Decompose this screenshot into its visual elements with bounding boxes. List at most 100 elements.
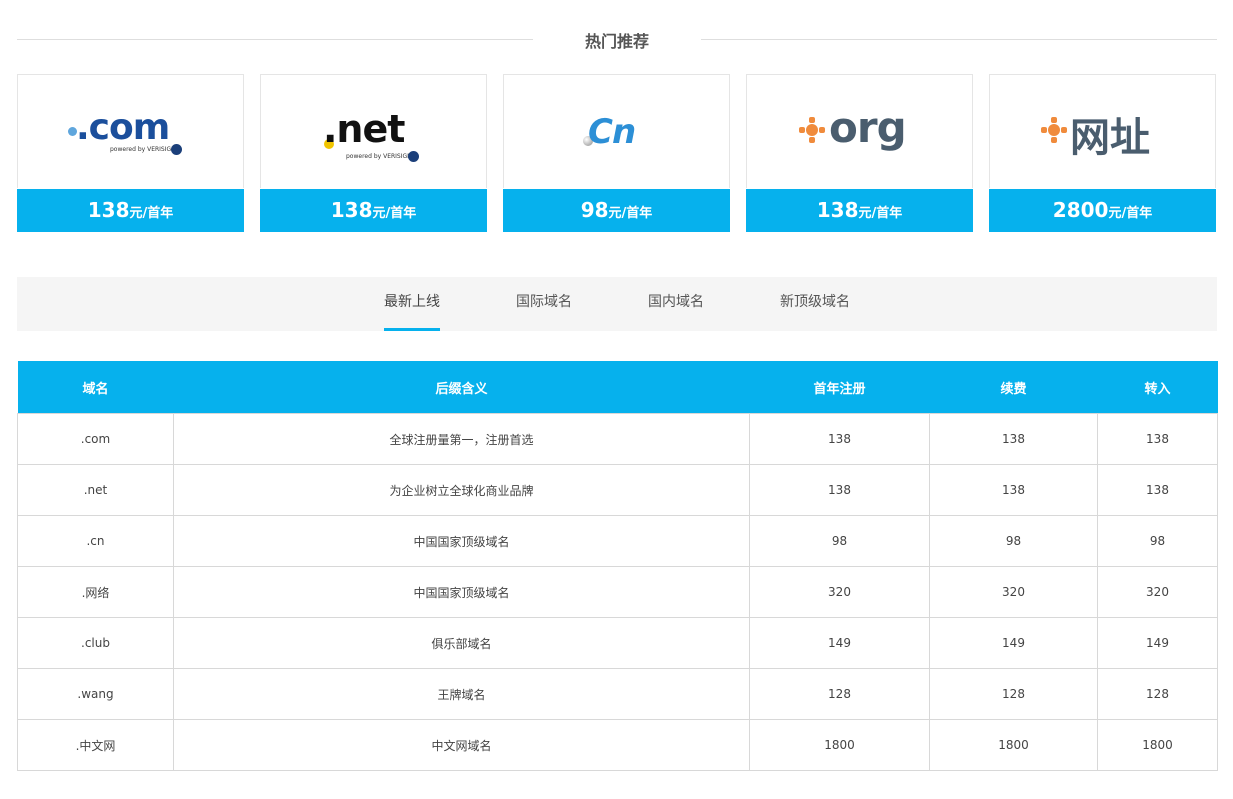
orange-cross-icon [1041,117,1067,143]
divider-right [701,39,1217,40]
price-value: 138 [330,198,373,222]
header-meaning: 后缀含义 [173,361,750,414]
price-unit: 元/首年 [129,206,174,221]
cell-renewal: 138 [929,413,1098,465]
cell-first-year: 320 [749,566,930,618]
tab-domestic[interactable]: 国内域名 [648,277,704,331]
table-header-row: 域名 后缀含义 首年注册 续费 转入 [17,361,1218,414]
tab-latest[interactable]: 最新上线 [384,277,440,331]
cell-meaning: 全球注册量第一，注册首选 [173,413,750,465]
price-value: 2800 [1052,198,1109,222]
cell-meaning: 中国国家顶级域名 [173,566,750,618]
cell-renewal: 1800 [929,719,1098,771]
header-transfer: 转入 [1097,361,1218,414]
cell-transfer: 128 [1097,668,1218,720]
cell-transfer: 1800 [1097,719,1218,771]
table-row: .club 俱乐部域名 149 149 149 [17,617,1218,669]
cell-first-year: 149 [749,617,930,669]
cell-first-year: 138 [749,413,930,465]
domain-card-org[interactable]: org 138元/首年 [746,74,973,232]
table-row: .com 全球注册量第一，注册首选 138 138 138 [17,413,1218,465]
table-row: .中文网 中文网域名 1800 1800 1800 [17,719,1218,771]
org-logo: org [747,75,972,188]
logo-text: .net [323,107,405,151]
cell-domain: .cn [17,515,174,567]
wangzhi-logo: 网址 [990,75,1215,188]
logo-box: .com powered by VERISIGN [17,74,244,188]
table-row: .cn 中国国家顶级域名 98 98 98 [17,515,1218,567]
tab-new-gtld[interactable]: 新顶级域名 [780,277,850,331]
cell-transfer: 149 [1097,617,1218,669]
price-bar: 98元/首年 [503,189,730,232]
cell-domain: .中文网 [17,719,174,771]
cell-meaning: 中国国家顶级域名 [173,515,750,567]
price-unit: 元/首年 [858,206,903,221]
tab-international[interactable]: 国际域名 [516,277,572,331]
cell-domain: .wang [17,668,174,720]
price-value: 138 [87,198,130,222]
divider-left [17,39,533,40]
com-logo: .com powered by VERISIGN [18,75,243,188]
cell-first-year: 1800 [749,719,930,771]
cell-renewal: 138 [929,464,1098,516]
logo-text: Cn [588,112,636,152]
header-domain: 域名 [17,361,174,414]
domain-card-wangzhi[interactable]: 网址 2800元/首年 [989,74,1216,232]
price-unit: 元/首年 [1108,206,1153,221]
cell-domain: .club [17,617,174,669]
cell-first-year: 98 [749,515,930,567]
logo-box: 网址 [989,74,1216,188]
cell-renewal: 320 [929,566,1098,618]
logo-text: org [829,103,907,152]
cn-logo: Cn [504,75,729,188]
price-unit: 元/首年 [608,206,653,221]
verisign-badge-icon [171,144,182,155]
verisign-badge-icon [408,151,419,162]
cell-domain: .网络 [17,566,174,618]
cell-domain: .com [17,413,174,465]
section-header: 热门推荐 [17,24,1217,56]
price-bar: 2800元/首年 [989,189,1216,232]
header-renewal: 续费 [929,361,1098,414]
cell-meaning: 俱乐部域名 [173,617,750,669]
logo-text: .com [76,107,170,148]
cell-first-year: 128 [749,668,930,720]
section-title: 热门推荐 [584,32,649,51]
price-value: 138 [816,198,859,222]
domain-card-com[interactable]: .com powered by VERISIGN 138元/首年 [17,74,244,232]
cell-renewal: 128 [929,668,1098,720]
cell-meaning: 王牌域名 [173,668,750,720]
cell-meaning: 为企业树立全球化商业品牌 [173,464,750,516]
net-logo: .net powered by VERISIGN [261,75,486,188]
table-row: .wang 王牌域名 128 128 128 [17,668,1218,720]
domain-card-net[interactable]: .net powered by VERISIGN 138元/首年 [260,74,487,232]
logo-box: Cn [503,74,730,188]
powered-by-text: powered by VERISIGN [110,146,176,153]
header-first-year: 首年注册 [749,361,930,414]
logo-box: org [746,74,973,188]
cell-transfer: 98 [1097,515,1218,567]
price-unit: 元/首年 [372,206,417,221]
domain-price-table: 域名 后缀含义 首年注册 续费 转入 .com 全球注册量第一，注册首选 138… [17,361,1218,771]
orange-cross-icon [799,117,825,143]
logo-text: 网址 [1070,115,1150,161]
table-row: .网络 中国国家顶级域名 320 320 320 [17,566,1218,618]
cell-first-year: 138 [749,464,930,516]
cell-transfer: 138 [1097,464,1218,516]
cell-transfer: 320 [1097,566,1218,618]
cell-domain: .net [17,464,174,516]
cell-renewal: 98 [929,515,1098,567]
powered-by-text: powered by VERISIGN [346,153,412,160]
cell-transfer: 138 [1097,413,1218,465]
price-value: 98 [580,198,609,222]
price-bar: 138元/首年 [17,189,244,232]
hot-domain-cards: .com powered by VERISIGN 138元/首年 .net po… [17,74,1217,232]
cell-renewal: 149 [929,617,1098,669]
category-tabs: 最新上线 国际域名 国内域名 新顶级域名 [17,277,1217,331]
cell-meaning: 中文网域名 [173,719,750,771]
price-bar: 138元/首年 [746,189,973,232]
logo-box: .net powered by VERISIGN [260,74,487,188]
price-bar: 138元/首年 [260,189,487,232]
table-row: .net 为企业树立全球化商业品牌 138 138 138 [17,464,1218,516]
domain-card-cn[interactable]: Cn 98元/首年 [503,74,730,232]
